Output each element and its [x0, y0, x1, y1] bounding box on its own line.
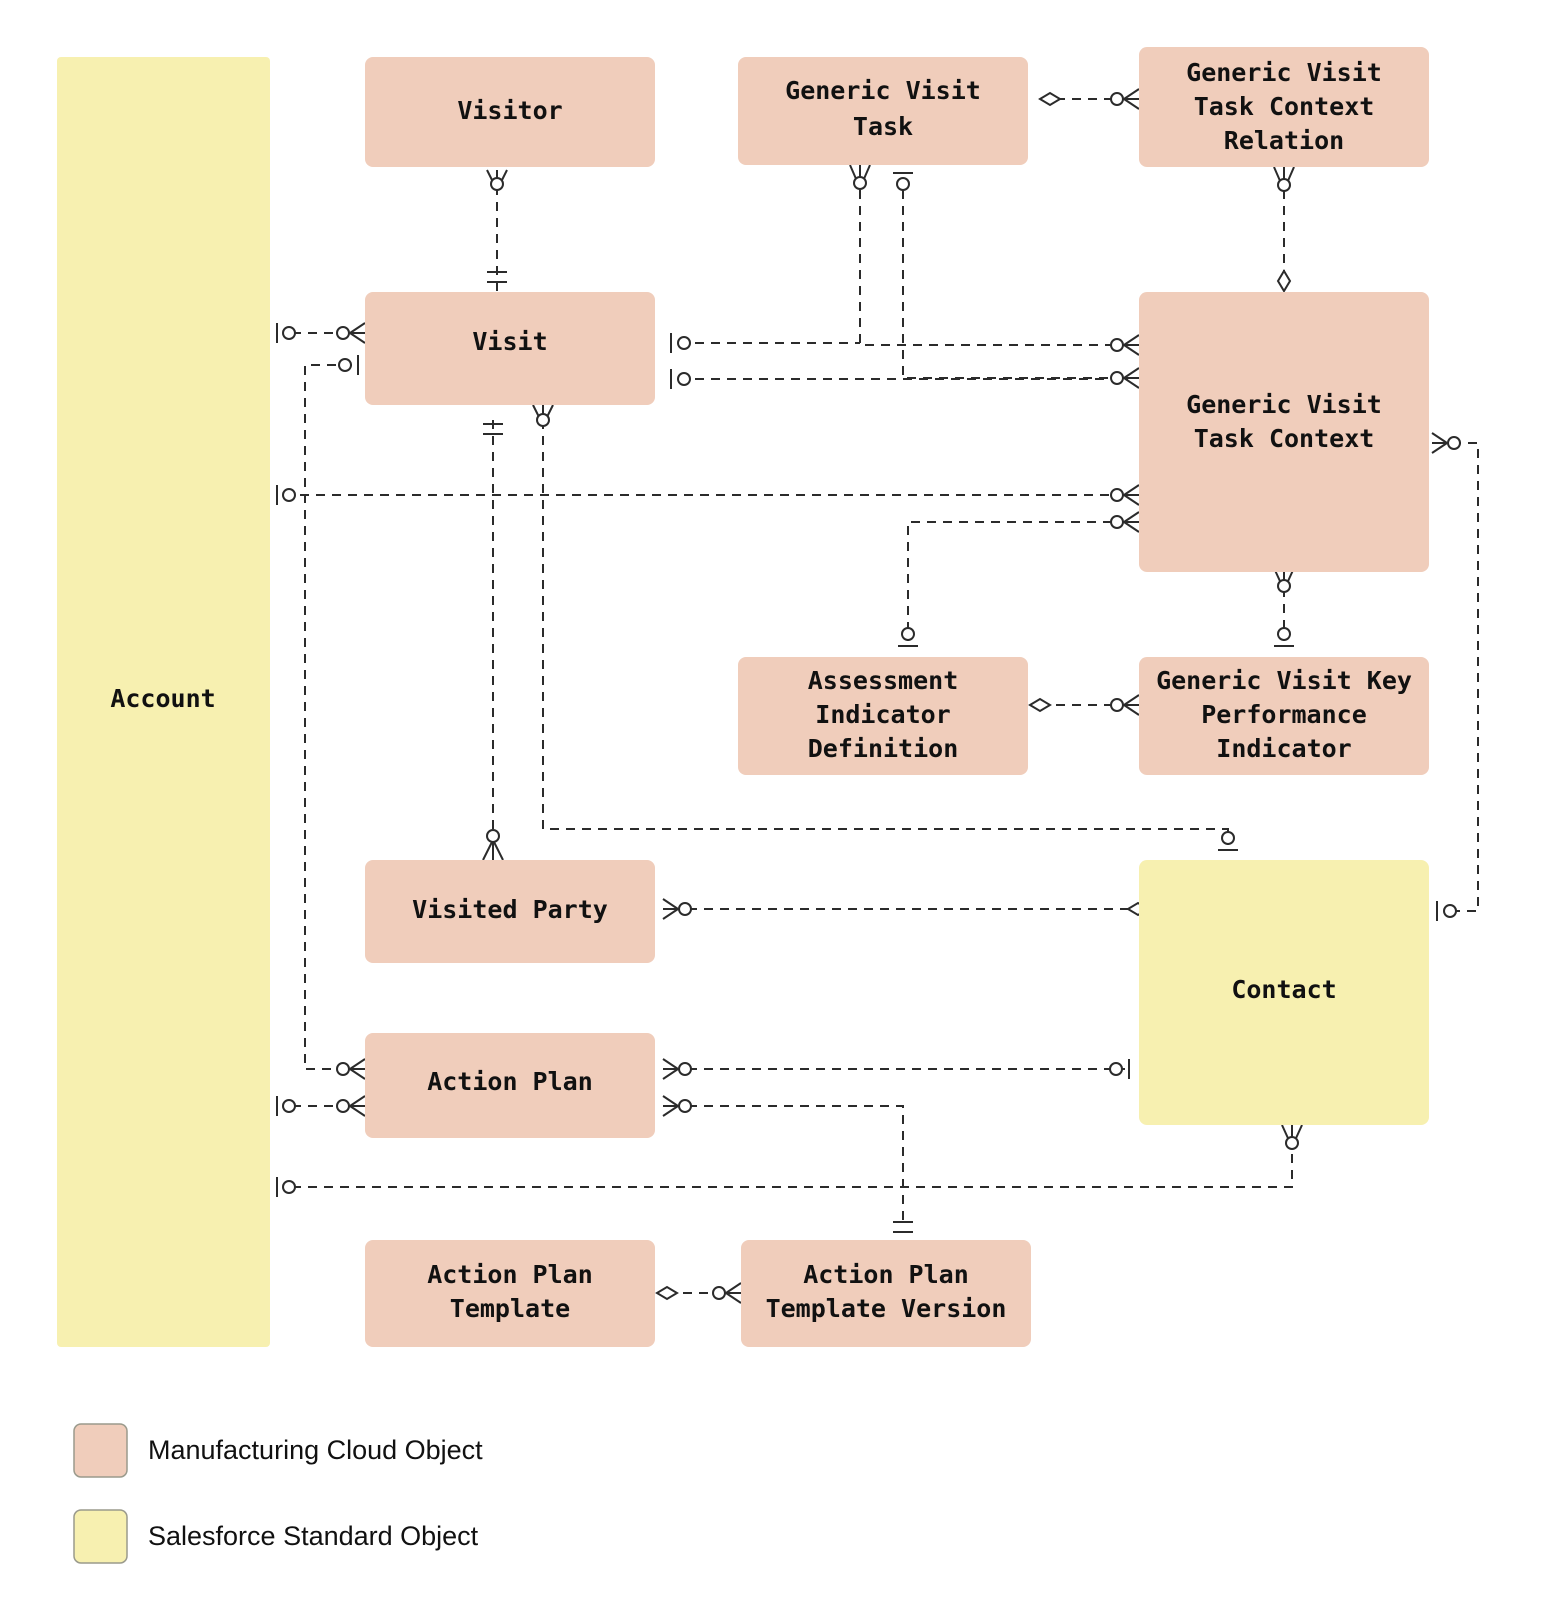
legend-item-salesforce: Salesforce Standard Object	[73, 1509, 479, 1564]
legend-label-salesforce: Salesforce Standard Object	[148, 1521, 479, 1551]
legend-swatch-manufacturing	[73, 1423, 128, 1478]
legend-item-manufacturing: Manufacturing Cloud Object	[73, 1423, 483, 1478]
legend-swatch-salesforce	[73, 1509, 128, 1564]
legend-label-manufacturing: Manufacturing Cloud Object	[148, 1435, 483, 1465]
er-diagram-canvas: Account Visitor Generic Visit Task Gener…	[0, 0, 1568, 1614]
legend: Manufacturing Cloud Object Salesforce St…	[73, 1423, 483, 1564]
